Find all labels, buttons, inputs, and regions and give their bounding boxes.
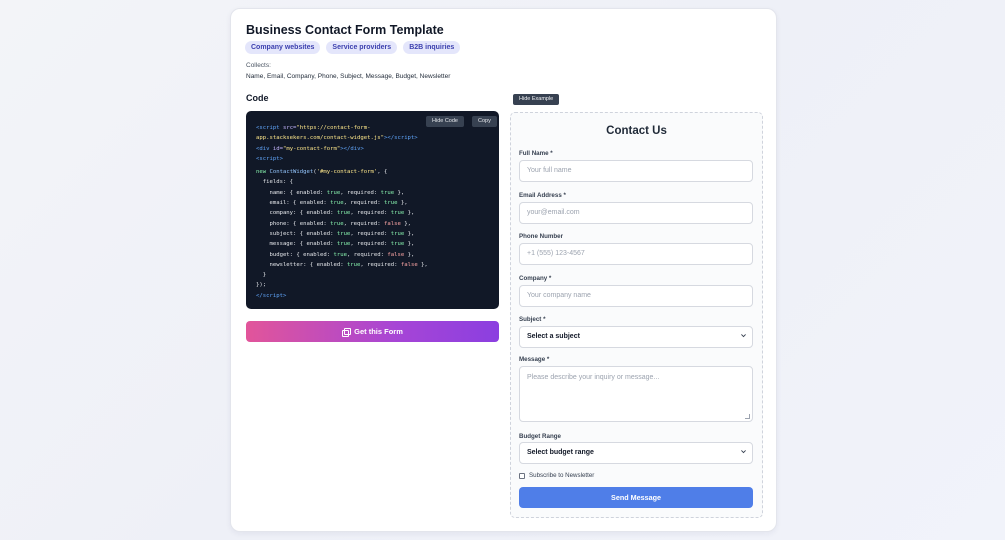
code-line: }); [256, 282, 267, 289]
code-line: } [256, 272, 267, 279]
template-card: Business Contact Form Template Company w… [230, 8, 777, 532]
phone-input[interactable]: +1 (555) 123-4567 [519, 243, 753, 265]
newsletter-checkbox[interactable] [519, 473, 525, 479]
tag: Company websites [245, 41, 321, 54]
email-label: Email Address * [519, 192, 566, 199]
budget-label: Budget Range [519, 433, 561, 440]
code-heading: Code [246, 93, 269, 103]
code-line: fields: { [256, 179, 294, 186]
budget-select-value: Select budget range [527, 449, 594, 456]
code-line: name: { enabled: true, required: true }, [256, 189, 405, 196]
get-form-label: Get this Form [354, 327, 403, 336]
tag-list: Company websites Service providers B2B i… [245, 41, 461, 54]
hide-example-button[interactable]: Hide Example [513, 94, 560, 105]
chevron-down-icon [741, 450, 746, 454]
newsletter-label: Subscribe to Newsletter [529, 472, 595, 479]
code-line: new ContactWidget('#my-contact-form', { [256, 169, 388, 176]
code-line: phone: { enabled: true, required: false … [256, 220, 411, 227]
message-placeholder: Please describe your inquiry or message.… [527, 374, 660, 381]
message-textarea[interactable]: Please describe your inquiry or message.… [519, 366, 753, 422]
code-line: </script> [256, 292, 287, 299]
code-line: message: { enabled: true, required: true… [256, 241, 415, 248]
subject-select[interactable]: Select a subject [519, 326, 753, 348]
copy-button[interactable]: Copy [472, 116, 497, 127]
subject-select-value: Select a subject [527, 333, 580, 340]
get-form-button[interactable]: Get this Form [246, 321, 499, 342]
code-line: budget: { enabled: true, required: false… [256, 251, 415, 258]
form-title: Contact Us [606, 125, 667, 137]
subject-label: Subject * [519, 316, 546, 323]
company-input[interactable]: Your company name [519, 285, 753, 307]
code-text: <script src="https://contact-form-app.st… [256, 123, 428, 301]
hide-code-button[interactable]: Hide Code [426, 116, 464, 127]
code-line: email: { enabled: true, required: true }… [256, 200, 408, 207]
code-block: Hide Code Copy <script src="https://cont… [246, 111, 499, 309]
phone-label: Phone Number [519, 233, 564, 240]
page-title: Business Contact Form Template [246, 23, 444, 37]
code-line: subject: { enabled: true, required: true… [256, 230, 415, 237]
code-line: app.stacksekers.com/contact-widget.js"><… [256, 135, 418, 142]
code-line: company: { enabled: true, required: true… [256, 210, 415, 217]
chevron-down-icon [741, 334, 746, 338]
full-name-label: Full Name * [519, 150, 553, 157]
message-label: Message * [519, 356, 550, 363]
code-line: newsletter: { enabled: true, required: f… [256, 261, 428, 268]
resize-handle-icon[interactable] [745, 414, 750, 419]
email-input[interactable]: your@email.com [519, 202, 753, 224]
budget-select[interactable]: Select budget range [519, 442, 753, 464]
send-message-button[interactable]: Send Message [519, 487, 753, 508]
code-line: <div id="my-contact-form"></div> [256, 145, 364, 152]
tag: Service providers [326, 41, 398, 54]
collects-label: Collects: [246, 62, 271, 69]
collects-value: Name, Email, Company, Phone, Subject, Me… [246, 73, 451, 80]
code-line: <script> [256, 155, 283, 162]
company-label: Company * [519, 275, 552, 282]
code-line: <script src="https://contact-form- [256, 125, 371, 131]
full-name-input[interactable]: Your full name [519, 160, 753, 182]
tag: B2B inquiries [403, 41, 461, 54]
form-preview: Contact Us Full Name * Your full name Em… [510, 112, 763, 518]
copy-icon [342, 327, 352, 337]
